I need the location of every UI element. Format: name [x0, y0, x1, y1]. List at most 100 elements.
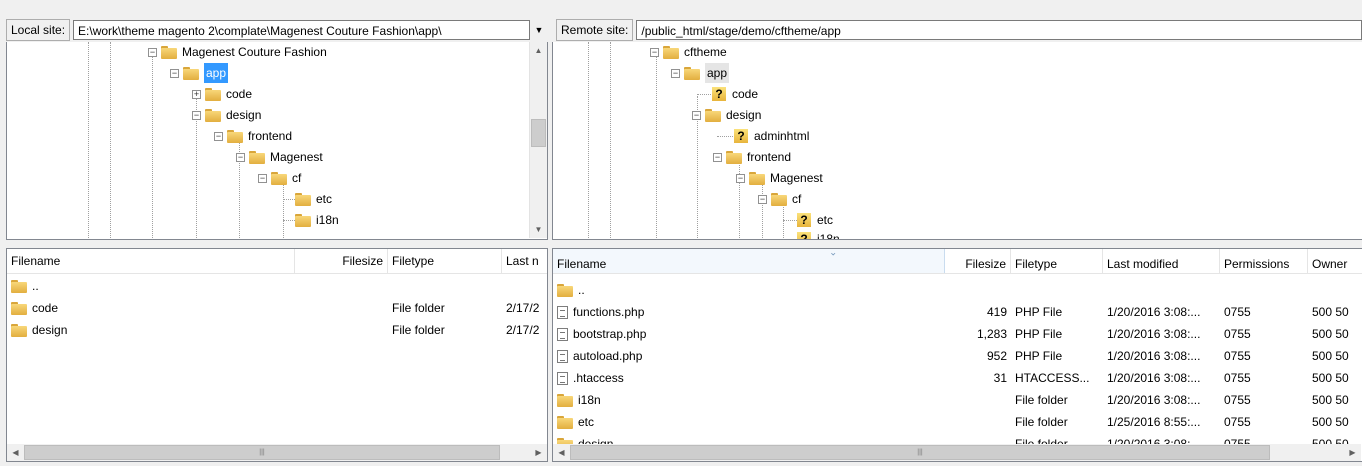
tree-node-label-selected: app: [204, 63, 229, 83]
local-file-list[interactable]: Filename Filesize Filetype Last n ⌃ .. c…: [6, 248, 548, 462]
tree-node-label: Magenest: [270, 150, 323, 164]
folder-icon: [11, 323, 27, 337]
collapse-icon[interactable]: −: [236, 152, 245, 162]
sort-arrow-icon: ⌃: [829, 248, 838, 256]
file-type: File folder: [1015, 415, 1068, 429]
list-item[interactable]: .htaccess 31 HTACCESS... 1/20/2016 3:08:...…: [553, 367, 1362, 389]
list-item[interactable]: ..: [553, 279, 1362, 301]
column-permissions[interactable]: Permissions: [1220, 249, 1308, 273]
collapse-icon[interactable]: −: [258, 173, 267, 183]
folder-icon: [249, 150, 265, 164]
collapse-icon[interactable]: −: [170, 68, 179, 78]
tree-node-label: frontend: [248, 129, 293, 143]
remote-list-hscrollbar[interactable]: ◀ ||| ▶: [553, 444, 1361, 461]
collapse-icon[interactable]: −: [192, 110, 201, 120]
column-filetype[interactable]: Filetype: [1011, 249, 1103, 273]
tree-node-root[interactable]: − cftheme: [650, 42, 727, 62]
column-filesize[interactable]: Filesize: [295, 249, 388, 273]
column-filesize[interactable]: Filesize: [945, 249, 1011, 273]
list-item[interactable]: autoload.php 952 PHP File 1/20/2016 3:08:..…: [553, 345, 1362, 367]
tree-node-frontend[interactable]: − frontend: [214, 126, 292, 146]
remote-file-list[interactable]: Filename Filesize Filetype Last modified…: [552, 248, 1362, 462]
collapse-icon[interactable]: −: [713, 152, 722, 162]
file-date: 1/20/2016 3:08:...: [1107, 371, 1201, 385]
column-last-modified[interactable]: Last modified: [1103, 249, 1220, 273]
tree-node-cf[interactable]: − cf: [758, 189, 801, 209]
tree-node-code[interactable]: + code: [192, 84, 252, 104]
list-item[interactable]: functions.php 419 PHP File 1/20/2016 3:08:.…: [553, 301, 1362, 323]
collapse-icon[interactable]: −: [671, 68, 680, 78]
tree-node-app[interactable]: − app: [671, 63, 730, 83]
folder-icon: [11, 301, 27, 315]
tree-node-etc[interactable]: etc: [295, 189, 332, 209]
collapse-icon[interactable]: −: [650, 47, 659, 57]
file-date: 1/20/2016 3:08:...: [1107, 305, 1201, 319]
folder-icon: [557, 283, 573, 297]
file-permissions: 0755: [1224, 305, 1251, 319]
scroll-right-icon[interactable]: ▶: [1344, 448, 1361, 457]
list-item[interactable]: ..: [7, 275, 295, 297]
tree-node-label: design: [726, 108, 762, 122]
tree-node-root[interactable]: − Magenest Couture Fashion: [148, 42, 327, 62]
file-date: 2/17/2: [506, 301, 540, 315]
list-item[interactable]: i18n File folder 1/20/2016 3:08:... 0755 500…: [553, 389, 1362, 411]
scroll-left-icon[interactable]: ◀: [7, 448, 24, 457]
scroll-thumb[interactable]: |||: [570, 445, 1270, 460]
column-owner[interactable]: Owner: [1308, 249, 1362, 273]
tree-node-i18n[interactable]: i18n: [295, 210, 339, 230]
remote-site-path-input[interactable]: /public_html/stage/demo/cftheme/app: [636, 20, 1362, 40]
scroll-up-icon[interactable]: ▲: [530, 42, 547, 59]
collapse-icon[interactable]: −: [758, 194, 767, 204]
local-list-header: Filename Filesize Filetype Last n: [7, 249, 547, 274]
tree-node-etc[interactable]: ? etc: [797, 210, 833, 230]
file-permissions: 0755: [1224, 415, 1251, 429]
scroll-thumb[interactable]: [531, 119, 546, 147]
tree-node-adminhtml[interactable]: ? adminhtml: [734, 126, 809, 146]
list-item[interactable]: bootstrap.php 1,283 PHP File 1/20/2016 3:08…: [553, 323, 1362, 345]
collapse-icon[interactable]: −: [148, 47, 157, 57]
folder-icon: [295, 213, 311, 227]
tree-node-design[interactable]: − design: [192, 105, 261, 125]
scroll-left-icon[interactable]: ◀: [553, 448, 570, 457]
file-name: autoload.php: [573, 349, 643, 363]
file-owner: 500 50: [1312, 415, 1349, 429]
file-date: 1/20/2016 3:08:...: [1107, 327, 1201, 341]
remote-site-bar: Remote site: /public_html/stage/demo/cft…: [552, 18, 1362, 42]
column-filename[interactable]: Filename: [553, 249, 945, 273]
scroll-down-icon[interactable]: ▼: [530, 221, 547, 238]
file-owner: 500 50: [1312, 371, 1349, 385]
tree-node-i18n[interactable]: ? i18n: [797, 229, 840, 239]
folder-icon: [557, 393, 573, 407]
tree-node-design[interactable]: − design: [692, 105, 761, 125]
remote-directory-tree[interactable]: − cftheme − app ? code − design ? adminh…: [552, 42, 1362, 240]
tree-node-label: Magenest Couture Fashion: [182, 45, 327, 59]
scroll-thumb[interactable]: |||: [24, 445, 500, 460]
list-item[interactable]: code File folder 2/17/2: [7, 297, 547, 319]
tree-node-label: i18n: [316, 213, 339, 227]
collapse-icon[interactable]: −: [214, 131, 223, 141]
chevron-down-icon[interactable]: ▼: [530, 25, 548, 35]
local-list-hscrollbar[interactable]: ◀ ||| ▶: [7, 444, 547, 461]
collapse-icon[interactable]: −: [736, 173, 745, 183]
local-tree-scrollbar[interactable]: ▲ ▼: [529, 42, 547, 238]
list-item[interactable]: design File folder 2/17/2: [7, 319, 547, 341]
folder-icon: [705, 108, 721, 122]
scroll-right-icon[interactable]: ▶: [530, 448, 547, 457]
tree-node-magenest[interactable]: − Magenest: [236, 147, 323, 167]
column-last-modified[interactable]: Last n: [502, 249, 547, 273]
tree-node-code[interactable]: ? code: [712, 84, 758, 104]
tree-node-magenest[interactable]: − Magenest: [736, 168, 823, 188]
local-directory-tree[interactable]: − Magenest Couture Fashion − app + code …: [6, 42, 548, 240]
list-item[interactable]: etc File folder 1/25/2016 8:55:... 0755 500 …: [553, 411, 1362, 433]
folder-icon: [684, 66, 700, 80]
file-owner: 500 50: [1312, 305, 1349, 319]
local-site-path-input[interactable]: E:\work\theme magento 2\complate\Magenes…: [73, 20, 530, 40]
tree-node-cf[interactable]: − cf: [258, 168, 301, 188]
file-owner: 500 50: [1312, 327, 1349, 341]
tree-node-frontend[interactable]: − frontend: [713, 147, 791, 167]
collapse-icon[interactable]: −: [692, 110, 701, 120]
column-filetype[interactable]: Filetype: [388, 249, 502, 273]
expand-icon[interactable]: +: [192, 89, 201, 99]
tree-node-app[interactable]: − app: [170, 63, 229, 83]
file-type: HTACCESS...: [1015, 371, 1090, 385]
